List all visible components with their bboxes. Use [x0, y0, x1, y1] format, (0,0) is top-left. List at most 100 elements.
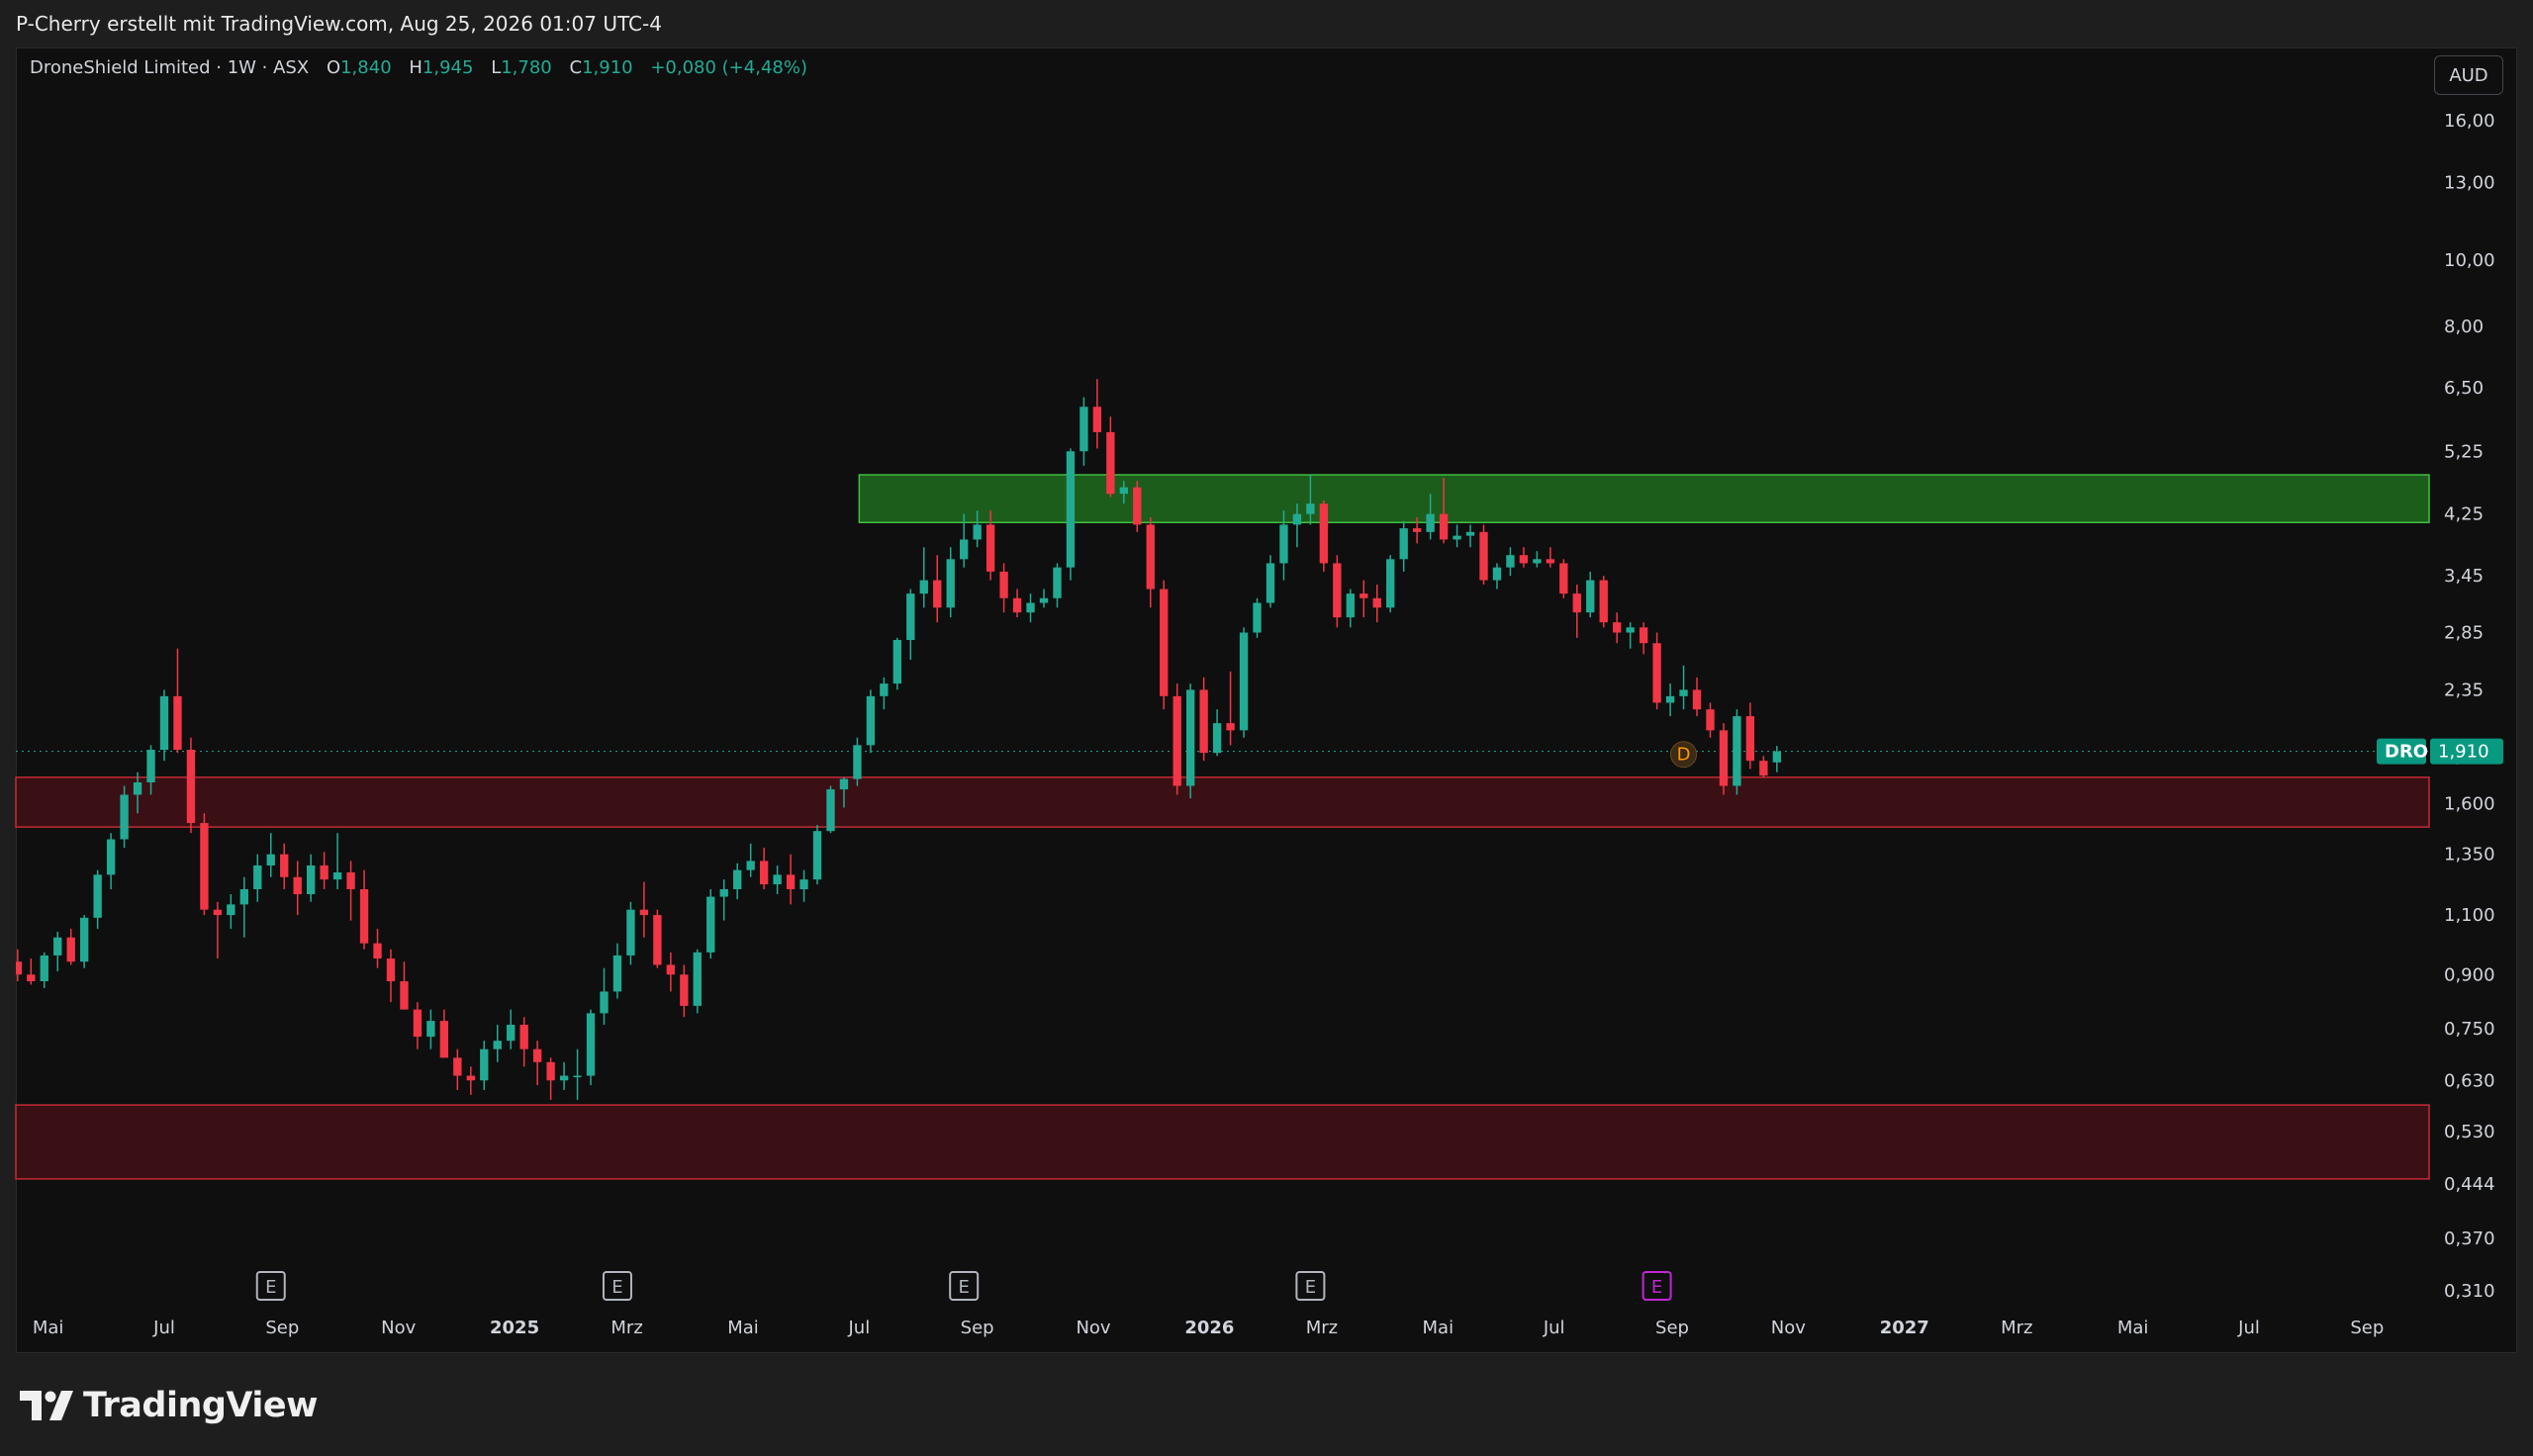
- y-tick-label: 6,50: [2444, 378, 2484, 399]
- candle-body: [600, 991, 609, 1014]
- candle-body: [960, 539, 969, 560]
- candle-body: [612, 955, 622, 992]
- price-chart[interactable]: 1,87516,0013,0010,008,006,505,254,253,45…: [0, 0, 2533, 1385]
- candle-body: [826, 789, 835, 832]
- candle-body: [586, 1013, 596, 1076]
- candle-body: [1613, 622, 1622, 633]
- candle-body: [1639, 627, 1648, 644]
- candle-body: [320, 864, 328, 880]
- candle-body: [1146, 524, 1155, 590]
- candle-body: [439, 1021, 449, 1058]
- candle-body: [359, 888, 369, 944]
- currency-button[interactable]: AUD: [2434, 55, 2503, 95]
- candle-body: [706, 896, 715, 953]
- y-tick-label: 1,600: [2444, 794, 2495, 815]
- y-tick-label: 0,630: [2444, 1070, 2495, 1091]
- candle-body: [1586, 580, 1595, 613]
- candle-body: [213, 909, 223, 916]
- x-tick-label: Nov: [381, 1318, 416, 1338]
- candle-body: [426, 1021, 435, 1038]
- candle-body: [786, 874, 796, 889]
- candle-body: [346, 871, 355, 889]
- tradingview-logo[interactable]: TradingView: [20, 1383, 318, 1428]
- candle-body: [1626, 627, 1635, 633]
- candle-body: [227, 904, 235, 916]
- candle-body: [466, 1075, 475, 1081]
- candle-body: [639, 909, 649, 916]
- x-tick-label: Mrz: [2001, 1318, 2032, 1338]
- candle-body: [1066, 451, 1076, 568]
- candle-body: [985, 524, 995, 572]
- y-tick-label: 8,00: [2444, 317, 2484, 337]
- x-axis-edge-mask: [2429, 1312, 2510, 1341]
- candle-body: [1439, 513, 1449, 540]
- y-tick-label: 0,750: [2444, 1019, 2495, 1040]
- candle-body: [1479, 531, 1488, 581]
- candle-body: [1173, 695, 1181, 786]
- candle-body: [239, 888, 248, 905]
- candle-body: [626, 909, 635, 956]
- y-tick-label: 4,25: [2444, 504, 2484, 525]
- x-tick-label: Nov: [1771, 1318, 1806, 1338]
- candle-body: [839, 778, 849, 790]
- earnings-marker-label: E: [958, 1277, 969, 1298]
- high-value: 1,945: [422, 57, 474, 78]
- y-tick-label: 10,00: [2444, 250, 2495, 271]
- x-tick-label: 2025: [490, 1318, 539, 1338]
- candle-body: [746, 861, 755, 870]
- dividend-marker-label: D: [1677, 745, 1691, 766]
- candle-body: [373, 943, 382, 959]
- y-tick-label: 13,00: [2444, 172, 2495, 193]
- candle-body: [1692, 689, 1702, 710]
- x-tick-label: Sep: [961, 1318, 994, 1338]
- candle-body: [1719, 730, 1729, 786]
- candle-body: [493, 1041, 502, 1049]
- candle-body: [866, 695, 876, 746]
- candle-body: [1053, 567, 1062, 598]
- y-tick-label: 0,444: [2444, 1174, 2495, 1195]
- candle-body: [719, 888, 728, 897]
- x-tick-label: Mrz: [1306, 1318, 1338, 1338]
- open-value: 1,840: [340, 57, 392, 78]
- candle-body: [1665, 695, 1675, 703]
- candle-body: [1026, 602, 1035, 613]
- candle-body: [1360, 593, 1368, 598]
- candle-body: [453, 1057, 462, 1076]
- y-tick-label: 1,350: [2444, 845, 2495, 865]
- candle-body: [1652, 643, 1661, 703]
- candle-body: [1212, 723, 1222, 754]
- candle-body: [1426, 513, 1435, 532]
- candle-body: [332, 871, 342, 880]
- candle-body: [919, 580, 928, 594]
- candle-body: [480, 1048, 489, 1081]
- candle-body: [1012, 597, 1022, 613]
- candle-body: [1119, 487, 1128, 495]
- candle-body: [1266, 563, 1275, 603]
- candle-body: [1506, 555, 1515, 568]
- y-tick-label: 5,25: [2444, 441, 2484, 462]
- candle-body: [507, 1025, 516, 1042]
- earnings-marker-label: E: [611, 1277, 622, 1298]
- last-price-badge-label: 1,910: [2438, 742, 2489, 763]
- candle-body: [1092, 407, 1102, 432]
- candle-body: [253, 864, 262, 889]
- candle-body: [386, 958, 396, 982]
- candle-body: [573, 1075, 582, 1078]
- x-tick-label: 2027: [1880, 1318, 1929, 1338]
- candle-body: [120, 794, 129, 840]
- candle-body: [80, 917, 89, 962]
- zone-red-1: [15, 776, 2430, 828]
- ticker-badge-label: DRO: [2385, 742, 2428, 763]
- low-label: L: [491, 57, 502, 78]
- candle-body: [159, 695, 169, 751]
- candle-body: [733, 869, 742, 889]
- candle-body: [812, 831, 822, 880]
- x-tick-label: Jul: [847, 1318, 870, 1338]
- candle-body: [933, 580, 942, 608]
- candle-body: [413, 1009, 422, 1038]
- candle-body: [1679, 689, 1688, 696]
- candle-body: [293, 876, 302, 895]
- earnings-marker-label: E: [1305, 1277, 1316, 1298]
- candle-body: [653, 915, 662, 965]
- candle-body: [1253, 602, 1262, 633]
